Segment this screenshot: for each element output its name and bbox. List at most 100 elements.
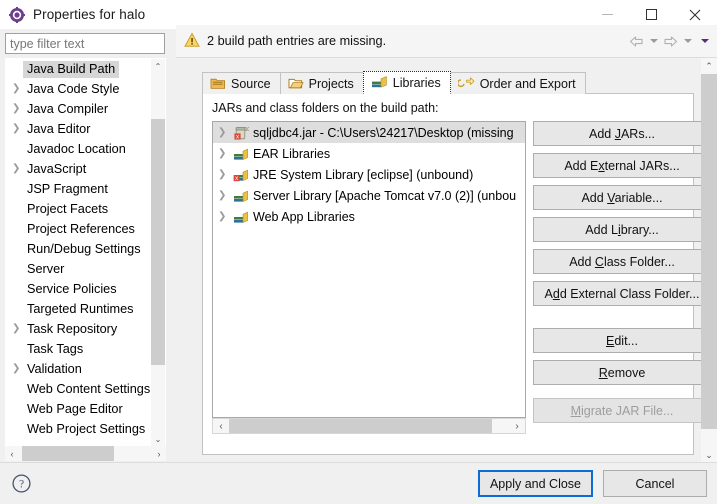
chevron-right-icon[interactable]: ❯ (218, 211, 233, 222)
sidebar-item-project-facets[interactable]: Project Facets (6, 199, 154, 219)
add-external-jars-button[interactable]: Add External JARs... (533, 153, 711, 178)
sidebar-item-web-project-settings[interactable]: Web Project Settings (6, 419, 154, 439)
chevron-right-icon[interactable]: ❯ (12, 124, 25, 134)
filter-box[interactable] (5, 33, 165, 54)
tab-projects[interactable]: Projects (279, 72, 364, 94)
settings-tree[interactable]: Java Build Path ❯ Java Code Style ❯ Java Com… (5, 58, 166, 448)
sidebar-vertical-scrollbar[interactable]: ⌃ ⌄ (151, 59, 165, 447)
button-label: Add Class Folder... (569, 254, 675, 269)
libraries-scroll-right-button[interactable]: › (509, 419, 525, 433)
dialog-footer: ? Apply and Close Cancel (0, 462, 717, 504)
add-library-button[interactable]: Add Library... (533, 217, 711, 242)
add-external-class-folder-button[interactable]: Add External Class Folder... (533, 281, 711, 306)
forward-arrow-icon[interactable] (662, 25, 679, 57)
sidebar-item-javascript[interactable]: ❯ JavaScript (6, 159, 154, 179)
sidebar-item-java-build-path[interactable]: Java Build Path (6, 59, 154, 79)
back-arrow-icon[interactable] (628, 25, 645, 57)
chevron-right-icon[interactable]: ❯ (12, 364, 25, 374)
sidebar-item-javadoc-location[interactable]: Javadoc Location (6, 139, 154, 159)
right-panel: 2 build path entries are missing. Source… (176, 25, 717, 504)
button-label: Add JARs... (588, 126, 655, 141)
content-vertical-scrollbar[interactable]: ⌃ ⌄ (701, 58, 717, 463)
library-icon (233, 188, 251, 204)
sidebar-item-service-policies[interactable]: Service Policies (6, 279, 154, 299)
library-entry-row[interactable]: ❯ 10 x sqljdbc4.jar - C:\Users\24217\Des… (213, 122, 525, 143)
jar-missing-icon: 10 x (233, 125, 251, 141)
chevron-right-icon[interactable]: ❯ (12, 104, 25, 114)
edit-button[interactable]: Edit... (533, 328, 711, 353)
search-input[interactable] (6, 34, 164, 53)
sidebar-item-targeted-runtimes[interactable]: Targeted Runtimes (6, 299, 154, 319)
button-label: Add External Class Folder... (544, 286, 700, 301)
button-label: Edit... (606, 333, 638, 348)
view-menu-chevron-down-icon[interactable] (696, 25, 713, 57)
sidebar-item-label: Service Policies (27, 282, 117, 296)
eclipse-properties-icon (9, 6, 25, 23)
chevron-right-icon[interactable]: ❯ (218, 169, 233, 180)
remove-button[interactable]: Remove (533, 360, 711, 385)
cancel-button[interactable]: Cancel (603, 470, 707, 497)
sidebar-scroll-right-button[interactable]: › (152, 446, 166, 461)
library-entry-row[interactable]: ❯ Web App Libraries (213, 206, 525, 227)
help-question-icon[interactable]: ? (12, 474, 31, 496)
libraries-hscroll-thumb[interactable] (229, 419, 492, 433)
sidebar-item-server[interactable]: Server (6, 259, 154, 279)
svg-text:10: 10 (245, 127, 249, 133)
sidebar-horizontal-scrollbar[interactable]: ‹ › (5, 446, 166, 461)
libraries-horizontal-scrollbar[interactable]: ‹ › (212, 418, 526, 434)
sidebar-hscroll-thumb[interactable] (22, 446, 114, 461)
forward-history-chevron-down-icon[interactable] (679, 25, 696, 57)
sidebar-scroll-left-button[interactable]: ‹ (5, 446, 19, 461)
content-scroll-up-button[interactable]: ⌃ (701, 58, 717, 74)
sidebar-item-task-repository[interactable]: ❯ Task Repository (6, 319, 154, 339)
chevron-right-icon[interactable]: ❯ (12, 324, 25, 334)
sidebar-item-web-content-settings[interactable]: Web Content Settings (6, 379, 154, 399)
chevron-right-icon[interactable]: ❯ (218, 148, 233, 159)
sidebar-scroll-up-button[interactable]: ⌃ (151, 59, 165, 74)
libraries-list[interactable]: ❯ 10 x sqljdbc4.jar - C:\Users\24217\Des… (212, 121, 526, 418)
library-entry-row[interactable]: ❯ EAR Libraries (213, 143, 525, 164)
sidebar-item-java-compiler[interactable]: ❯ Java Compiler (6, 99, 154, 119)
chevron-right-icon[interactable]: ❯ (12, 84, 25, 94)
chevron-right-icon[interactable]: ❯ (218, 127, 233, 138)
add-jars-button[interactable]: Add JARs... (533, 121, 711, 146)
tab-libraries[interactable]: Libraries (362, 71, 451, 94)
add-variable-button[interactable]: Add Variable... (533, 185, 711, 210)
sidebar-item-java-editor[interactable]: ❯ Java Editor (6, 119, 154, 139)
add-class-folder-button[interactable]: Add Class Folder... (533, 249, 711, 274)
message-text: 2 build path entries are missing. (207, 34, 387, 48)
sidebar-scroll-down-button[interactable]: ⌄ (151, 432, 165, 447)
sidebar-item-java-code-style[interactable]: ❯ Java Code Style (6, 79, 154, 99)
sidebar-item-label: Javadoc Location (27, 142, 126, 156)
apply-and-close-button[interactable]: Apply and Close (477, 470, 593, 497)
sidebar-item-web-page-editor[interactable]: Web Page Editor (6, 399, 154, 419)
properties-dialog: Properties for halo Java Build Path❯Java… (0, 0, 717, 504)
content-scroll-down-button[interactable]: ⌄ (701, 447, 717, 463)
sidebar-item-task-tags[interactable]: Task Tags (6, 339, 154, 359)
content-area: Source Projects Libraries Order and Expo… (176, 58, 717, 504)
back-history-chevron-down-icon[interactable] (645, 25, 662, 57)
sidebar-scroll-thumb[interactable] (151, 119, 165, 365)
sidebar-item-project-references[interactable]: Project References (6, 219, 154, 239)
sidebar-hscroll-track[interactable] (19, 446, 152, 461)
sidebar-item-label: Java Compiler (27, 102, 109, 116)
chevron-right-icon[interactable]: ❯ (218, 190, 233, 201)
libraries-books-icon (371, 75, 388, 90)
tab-label: Libraries (392, 75, 441, 90)
order-export-icon (457, 76, 475, 91)
libraries-scroll-left-button[interactable]: ‹ (213, 419, 229, 433)
sidebar-item-validation[interactable]: ❯ Validation (6, 359, 154, 379)
sidebar-item-label: Java Build Path (23, 60, 120, 78)
chevron-right-icon[interactable]: ❯ (12, 164, 25, 174)
tab-source[interactable]: Source (202, 72, 281, 94)
sidebar-item-label: JavaScript (27, 162, 87, 176)
content-scroll-thumb[interactable] (701, 74, 717, 429)
libraries-tab-panel: JARs and class folders on the build path… (202, 93, 711, 455)
button-label: Add Variable... (581, 190, 663, 205)
sidebar-item-run-debug-settings[interactable]: Run/Debug Settings (6, 239, 154, 259)
libraries-hscroll-track[interactable] (229, 419, 509, 433)
sidebar-item-jsp-fragment[interactable]: JSP Fragment (6, 179, 154, 199)
tab-order-and-export[interactable]: Order and Export (449, 72, 586, 94)
library-entry-row[interactable]: ❯ Server Library [Apache Tomcat v7.0 (2)… (213, 185, 525, 206)
library-entry-row[interactable]: ❯ x JRE System Library [eclipse] (unboun… (213, 164, 525, 185)
